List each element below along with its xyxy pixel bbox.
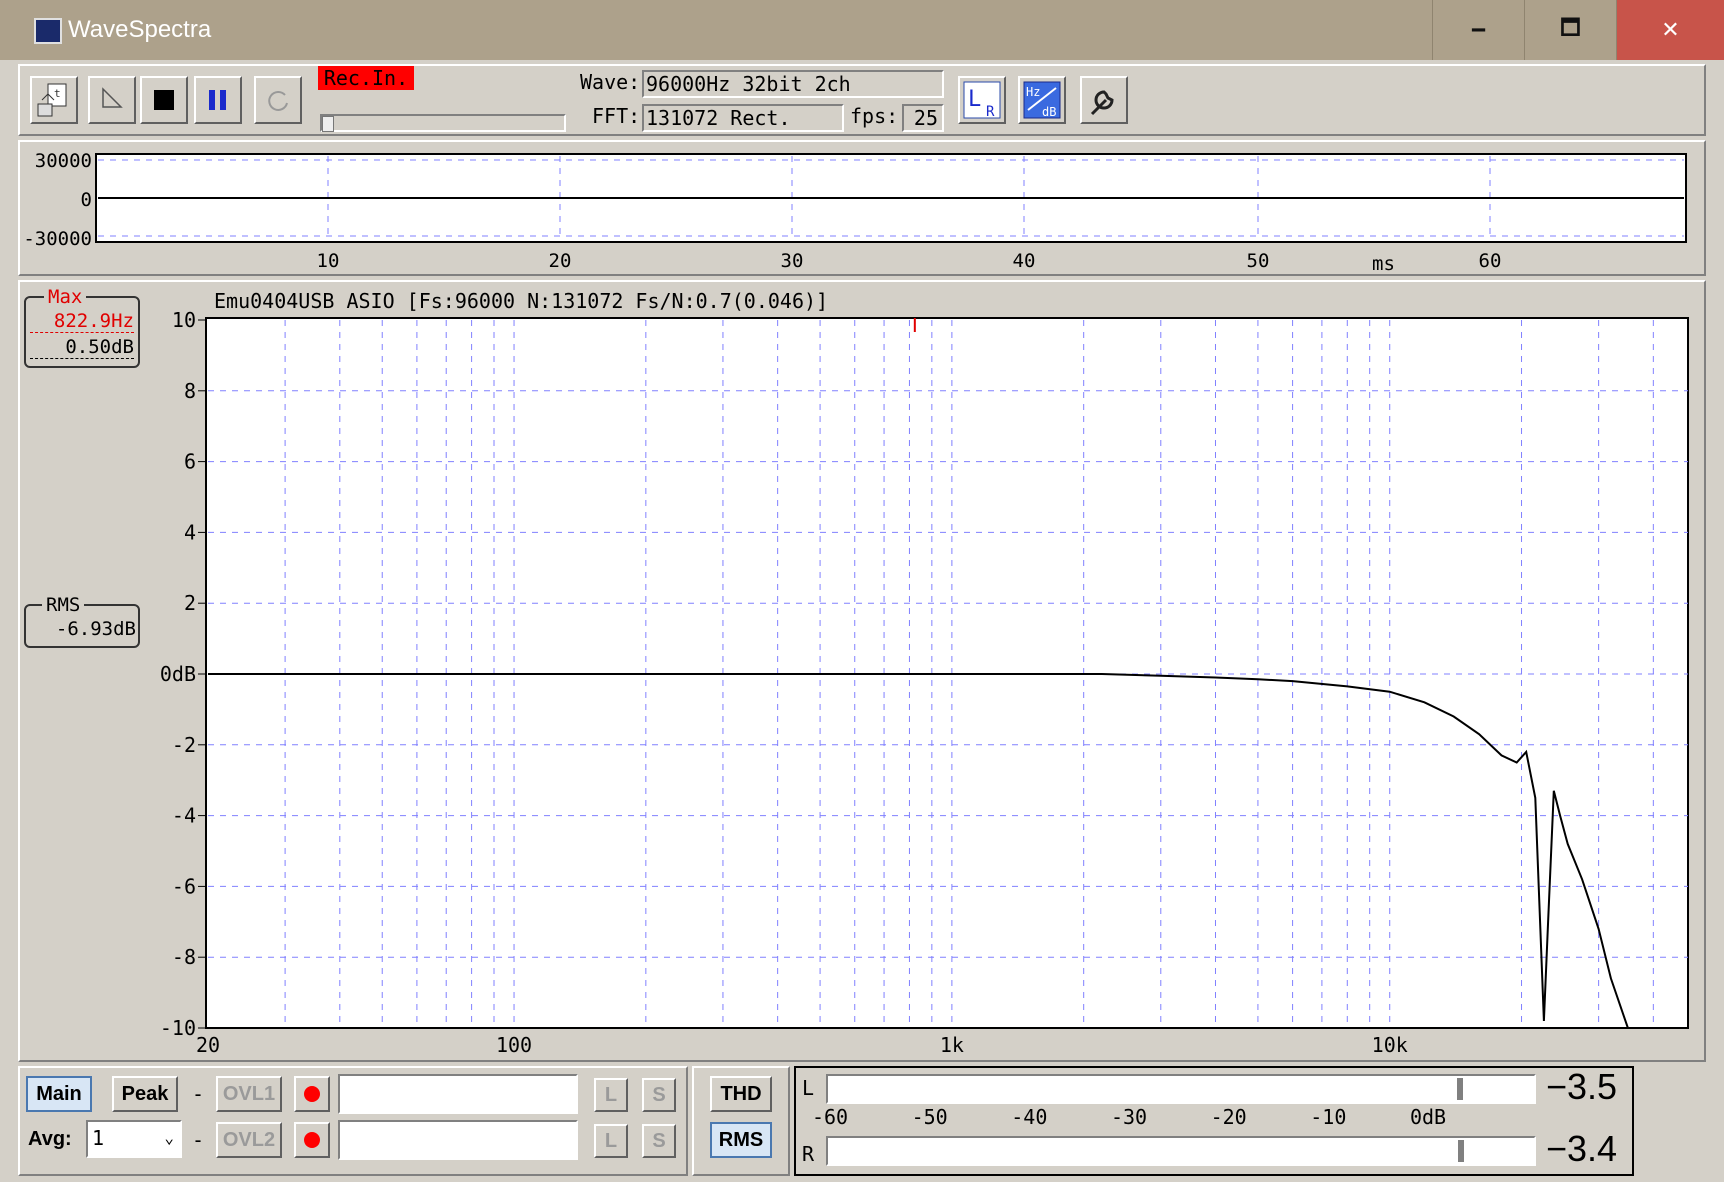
ovl2-name-field[interactable] xyxy=(338,1120,578,1160)
spectrum-x-label: 20 xyxy=(196,1033,220,1057)
rms-button[interactable]: RMS xyxy=(710,1122,772,1158)
spectrum-y-label: 0dB xyxy=(160,662,196,686)
meter-right-label: R xyxy=(802,1142,815,1166)
spectrum-y-label: -4 xyxy=(172,804,196,828)
meter-scale-label: 0dB xyxy=(1410,1105,1446,1129)
meter-left-value: −3.5 xyxy=(1546,1066,1618,1107)
record-icon xyxy=(304,1086,320,1102)
ovl1-record-button[interactable] xyxy=(294,1076,330,1112)
spectrum-y-label: 8 xyxy=(184,379,196,403)
meter-scale-label: -10 xyxy=(1310,1105,1346,1129)
ovl2-record-button[interactable] xyxy=(294,1122,330,1158)
meter-scale: -60 -50 -40 -30 -20 -10 0dB xyxy=(812,1105,1446,1129)
meter-scale-label: -50 xyxy=(912,1105,948,1129)
meter-right-value: −3.4 xyxy=(1546,1128,1618,1169)
spectrum-y-label: -6 xyxy=(172,874,196,898)
spectrum-y-label: -2 xyxy=(172,733,196,757)
meter-scale-label: -60 xyxy=(812,1105,848,1129)
spectrum-y-label: -10 xyxy=(160,1016,196,1040)
spectrum-y-label: 6 xyxy=(184,450,196,474)
thd-button[interactable]: THD xyxy=(710,1076,772,1112)
ovl1-name-field[interactable] xyxy=(338,1074,578,1114)
meter-scale-label: -20 xyxy=(1211,1105,1247,1129)
avg-value: 1 xyxy=(92,1126,105,1150)
meter-right-peak xyxy=(1458,1140,1465,1162)
ovl1-load-button[interactable]: L xyxy=(594,1078,628,1112)
spectrum-y-label: 10 xyxy=(172,308,196,332)
spectrum-y-label: -8 xyxy=(172,945,196,969)
spectrum-y-label: 4 xyxy=(184,520,196,544)
chevron-down-icon: ⌄ xyxy=(164,1128,174,1147)
ovl2-save-button[interactable]: S xyxy=(642,1124,676,1158)
meter-scale-label: -40 xyxy=(1011,1105,1047,1129)
meter-left-peak xyxy=(1457,1078,1464,1100)
spectrum-x-label: 1k xyxy=(940,1033,964,1057)
spectrum-y-label: 2 xyxy=(184,591,196,615)
separator-dash: - xyxy=(192,1082,205,1106)
ovl2-button[interactable]: OVL2 xyxy=(216,1122,282,1158)
record-icon xyxy=(304,1132,320,1148)
meter-left-bar xyxy=(826,1074,1536,1104)
avg-label: Avg: xyxy=(28,1128,72,1150)
meter-left-label: L xyxy=(802,1076,815,1100)
avg-select[interactable]: 1 ⌄ xyxy=(86,1120,182,1158)
spectrum-chart: 10 8 6 4 2 0dB -2 -4 -6 -8 -10 20 100 1k 10k xyxy=(160,308,1689,1057)
meter-scale-label: -30 xyxy=(1111,1105,1147,1129)
meter-right-bar xyxy=(826,1136,1536,1166)
ovl1-button[interactable]: OVL1 xyxy=(216,1076,282,1112)
spectrum-x-label: 10k xyxy=(1372,1033,1408,1057)
ovl1-save-button[interactable]: S xyxy=(642,1078,676,1112)
main-button[interactable]: Main xyxy=(26,1076,92,1112)
ovl2-load-button[interactable]: L xyxy=(594,1124,628,1158)
spectrum-x-label: 100 xyxy=(496,1033,532,1057)
separator-dash: - xyxy=(192,1128,205,1152)
peak-button[interactable]: Peak xyxy=(112,1076,178,1112)
